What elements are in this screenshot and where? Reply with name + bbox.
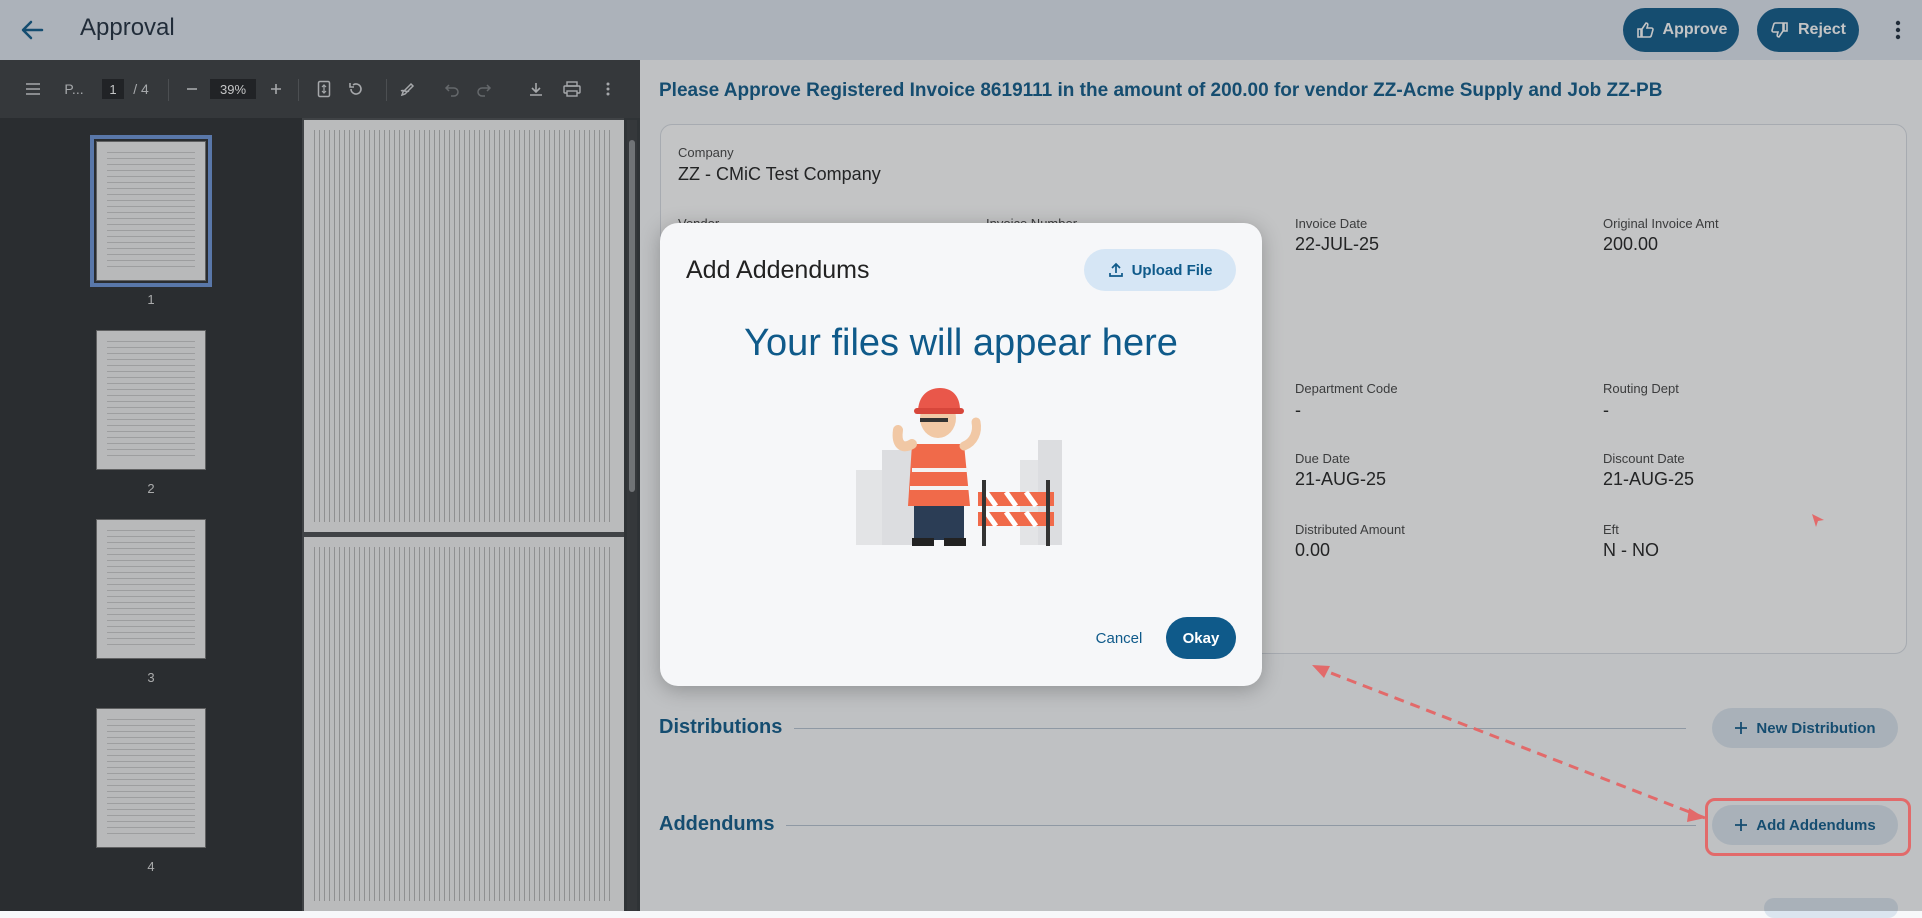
upload-file-label: Upload File [1131,261,1213,279]
dialog-title: Add Addendums [686,256,870,284]
construction-worker-illustration [856,388,1062,546]
cursor-icon [1812,514,1824,527]
upload-icon [1108,262,1123,277]
annotation-highlight [1705,798,1911,856]
upload-file-button[interactable]: Upload File [1084,249,1236,291]
okay-button[interactable]: Okay [1166,617,1236,659]
cancel-button[interactable]: Cancel [1088,624,1150,652]
empty-state-text: Your files will appear here [744,322,1178,364]
